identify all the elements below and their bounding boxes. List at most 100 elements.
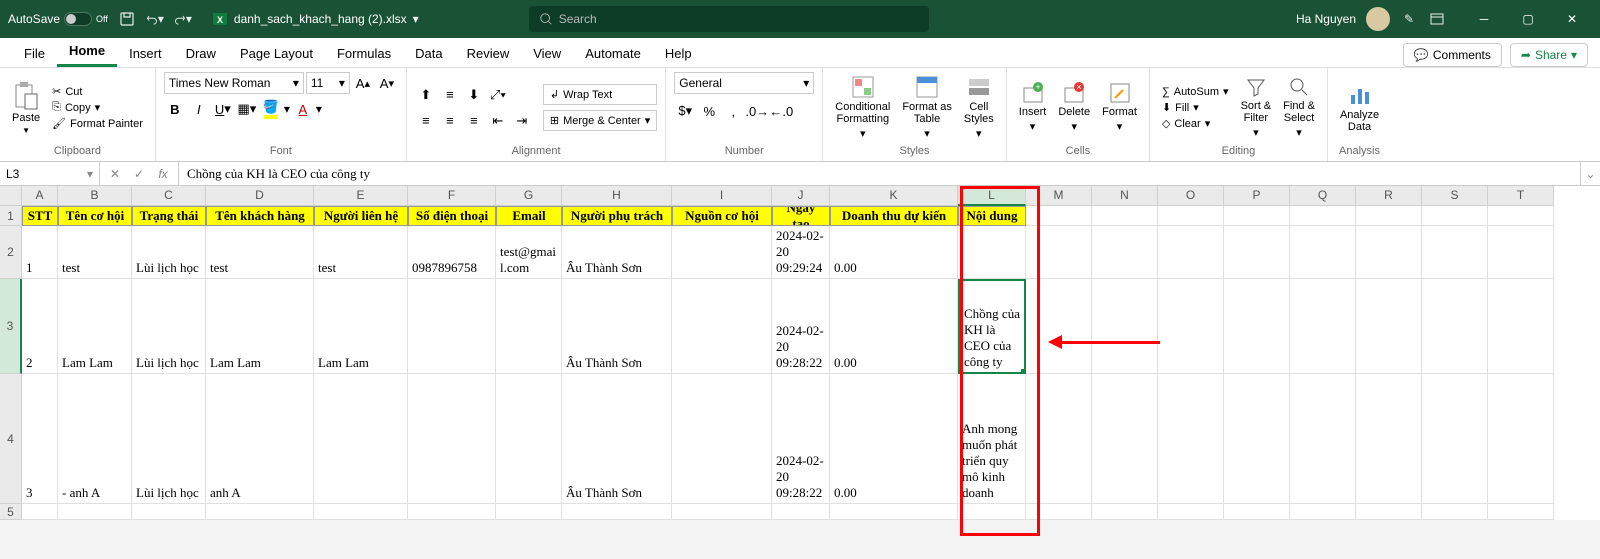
cell[interactable]: Lùi lịch học [132,226,206,279]
cell[interactable]: 0.00 [830,226,958,279]
cell[interactable]: test [206,226,314,279]
cell[interactable] [672,374,772,504]
cell[interactable] [408,279,496,374]
cell[interactable] [1290,374,1356,504]
formula-input[interactable]: Chồng của KH là CEO của công ty [179,166,1580,182]
cell[interactable] [1026,226,1092,279]
delete-cells-button[interactable]: ×Delete▾ [1054,80,1094,135]
cell[interactable] [1026,504,1092,520]
number-format-select[interactable]: General▾ [674,72,814,94]
cell[interactable]: Người phụ trách [562,206,672,226]
minimize-button[interactable]: ─ [1464,4,1504,34]
cell[interactable]: Âu Thành Sơn [562,374,672,504]
cell[interactable] [1356,206,1422,226]
cell[interactable]: 2024-02-20 09:28:22 [772,374,830,504]
col-header[interactable]: T [1488,186,1554,206]
cell[interactable] [1422,374,1488,504]
cell[interactable] [830,504,958,520]
underline-button[interactable]: U▾ [212,98,234,120]
cell[interactable]: Lùi lịch học [132,279,206,374]
cell[interactable]: Âu Thành Sơn [562,279,672,374]
name-box[interactable]: L3▾ [0,162,100,185]
orientation-icon[interactable]: ⤢▾ [487,84,509,106]
cell[interactable]: test [58,226,132,279]
redo-icon[interactable]: ▾ [174,10,192,28]
cell[interactable]: Số điện thoại [408,206,496,226]
row-header[interactable]: 5 [0,504,22,520]
align-middle-icon[interactable]: ≡ [439,84,461,106]
cell[interactable] [1158,206,1224,226]
cell[interactable] [1158,504,1224,520]
cell[interactable] [1026,374,1092,504]
cell[interactable]: Chồng của KH là CEO của công ty [958,279,1026,374]
cell[interactable]: Tên khách hàng [206,206,314,226]
cell[interactable] [1092,374,1158,504]
user-area[interactable]: Ha Nguyen ✎ [1296,7,1446,31]
cell[interactable] [408,374,496,504]
fill-button[interactable]: ⬇ Fill ▾ [1158,100,1233,115]
cut-button[interactable]: ✂ Cut [48,84,147,99]
maximize-button[interactable]: ▢ [1508,4,1548,34]
font-size-select[interactable]: 11▾ [306,72,350,94]
comments-button[interactable]: 💬 Comments [1403,43,1502,67]
cell[interactable] [206,504,314,520]
cell-styles-button[interactable]: Cell Styles▾ [960,73,998,142]
autosave-toggle[interactable]: AutoSave Off [8,12,108,26]
cell[interactable]: Trạng thái [132,206,206,226]
tab-review[interactable]: Review [455,40,522,67]
cell[interactable]: Tên cơ hội [58,206,132,226]
cell[interactable] [1158,279,1224,374]
tab-file[interactable]: File [12,40,57,67]
cell[interactable] [1224,374,1290,504]
tab-formulas[interactable]: Formulas [325,40,403,67]
analyze-data-button[interactable]: Analyze Data [1336,81,1383,135]
cell[interactable] [314,504,408,520]
cell[interactable]: Âu Thành Sơn [562,226,672,279]
cell[interactable] [1488,226,1554,279]
cancel-icon[interactable]: ✕ [108,167,122,181]
insert-cells-button[interactable]: +Insert▾ [1015,80,1051,135]
cell[interactable]: Doanh thu dự kiến [830,206,958,226]
file-title[interactable]: X danh_sach_khach_hang (2).xlsx ▾ [212,11,419,27]
cell[interactable] [1092,206,1158,226]
cell[interactable] [1356,374,1422,504]
enter-icon[interactable]: ✓ [132,167,146,181]
tab-view[interactable]: View [521,40,573,67]
col-header[interactable]: D [206,186,314,206]
cell[interactable]: Lam Lam [314,279,408,374]
cell[interactable] [1158,374,1224,504]
cell[interactable]: test [314,226,408,279]
ribbon-display-icon[interactable] [1428,10,1446,28]
paste-button[interactable]: Paste▼ [8,78,44,137]
currency-button[interactable]: $▾ [674,100,696,122]
avatar[interactable] [1366,7,1390,31]
merge-center-button[interactable]: ⊞ Merge & Center ▾ [543,110,657,131]
decrease-font-icon[interactable]: A▾ [376,72,398,94]
col-header[interactable]: I [672,186,772,206]
percent-button[interactable]: % [698,100,720,122]
pen-icon[interactable]: ✎ [1400,10,1418,28]
cell[interactable] [772,504,830,520]
close-button[interactable]: ✕ [1552,4,1592,34]
cell[interactable]: Lùi lịch học [132,374,206,504]
cell[interactable] [562,504,672,520]
col-header[interactable]: R [1356,186,1422,206]
tab-home[interactable]: Home [57,37,117,67]
align-top-icon[interactable]: ⬆ [415,84,437,106]
share-button[interactable]: ➦ Share ▾ [1510,43,1588,67]
cell[interactable] [1224,206,1290,226]
border-button[interactable]: ▦▾ [236,98,258,120]
cell[interactable] [1158,226,1224,279]
cell[interactable] [1026,279,1092,374]
cell[interactable] [1026,206,1092,226]
cell[interactable]: STT [22,206,58,226]
cell[interactable] [1092,279,1158,374]
align-left-icon[interactable]: ≡ [415,110,437,132]
align-right-icon[interactable]: ≡ [463,110,485,132]
cell[interactable] [1422,279,1488,374]
cell[interactable]: Email [496,206,562,226]
tab-pagelayout[interactable]: Page Layout [228,40,325,67]
autosum-button[interactable]: ∑ AutoSum ▾ [1158,84,1233,99]
col-header[interactable]: A [22,186,58,206]
col-header[interactable]: J [772,186,830,206]
